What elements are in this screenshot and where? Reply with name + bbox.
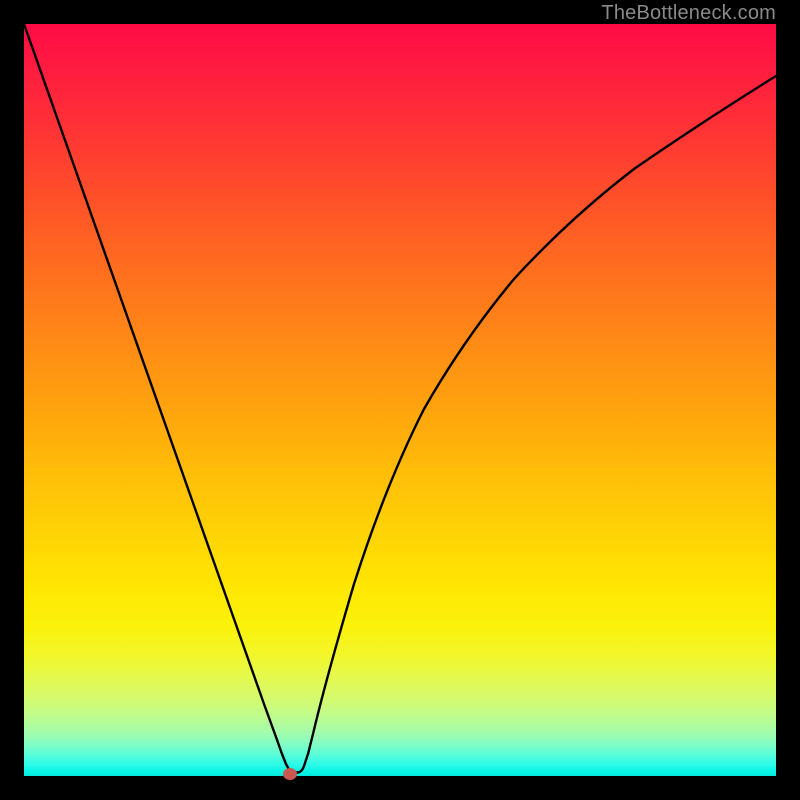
- chart-min-marker: [283, 768, 297, 780]
- chart-curve: [24, 24, 776, 773]
- chart-frame: [24, 24, 776, 776]
- watermark-text: TheBottleneck.com: [601, 2, 776, 25]
- chart-curve-layer: [24, 24, 776, 776]
- chart-plot-area: [24, 24, 776, 776]
